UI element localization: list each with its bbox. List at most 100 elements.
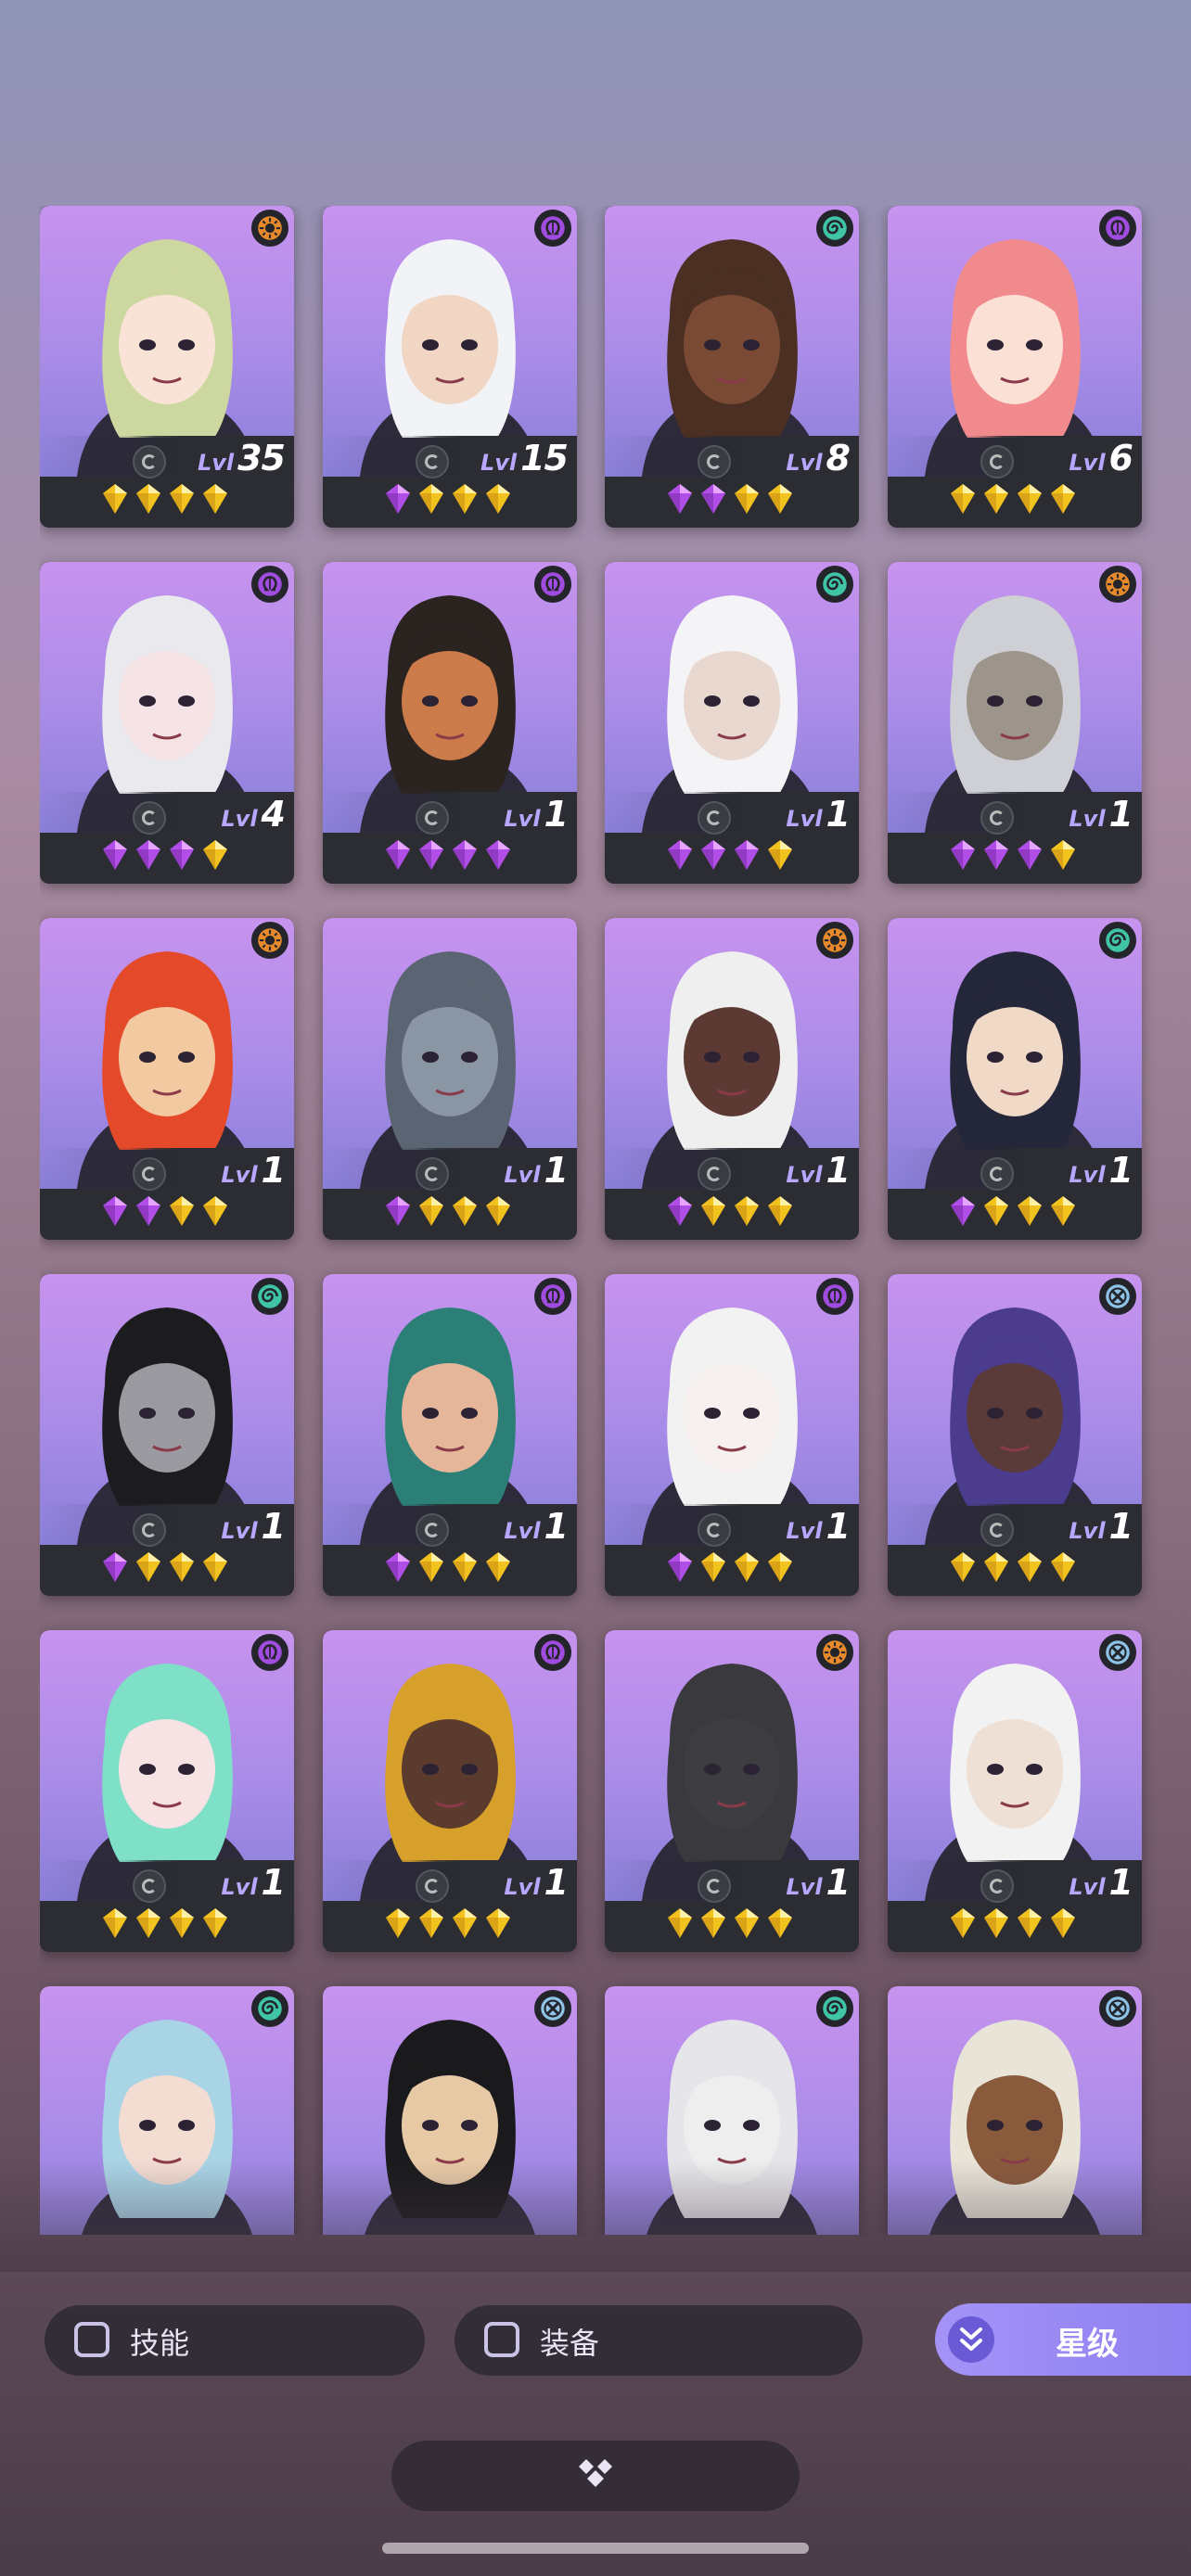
purple-gem-icon <box>666 1194 694 1231</box>
level-bar: Lvl 35 <box>40 436 294 478</box>
hero-card[interactable]: Lvl 1 <box>40 1630 294 1952</box>
aperture-icon <box>698 1157 731 1191</box>
aperture-icon <box>980 445 1014 478</box>
gold-gem-icon <box>699 1906 727 1944</box>
hero-card[interactable]: Lvl 1 <box>323 1274 577 1596</box>
skills-filter-toggle[interactable]: 技能 <box>45 2305 425 2376</box>
hero-card[interactable]: Lvl 1 <box>323 1630 577 1952</box>
star-gems <box>323 1194 577 1231</box>
hero-card[interactable]: Lvl 8 <box>605 206 859 528</box>
level-number: 1 <box>826 1150 851 1191</box>
level-prefix: Lvl <box>786 1162 823 1188</box>
gold-gem-icon <box>417 1194 445 1231</box>
gold-gem-icon <box>699 1194 727 1231</box>
aperture-icon <box>133 1513 166 1547</box>
home-indicator <box>382 2543 809 2554</box>
purple-gem-icon <box>733 838 761 875</box>
hero-card[interactable]: Lvl 4 <box>40 562 294 884</box>
purple-gem-icon <box>666 838 694 875</box>
gold-gem-icon <box>101 482 129 519</box>
purple-gem-icon <box>384 838 412 875</box>
level-label: Lvl 1 <box>504 1150 569 1191</box>
gold-gem-icon <box>982 1906 1010 1944</box>
star-gems <box>40 1194 294 1231</box>
gold-gem-icon <box>1049 1550 1077 1588</box>
hero-card[interactable]: Lvl 1 <box>40 918 294 1240</box>
gold-gem-icon <box>134 1550 162 1588</box>
hero-card[interactable]: Lvl 1 <box>888 562 1142 884</box>
level-number: 1 <box>261 1150 286 1191</box>
gold-gem-icon <box>982 1550 1010 1588</box>
level-prefix: Lvl <box>1069 1162 1106 1188</box>
level-label: Lvl 1 <box>1069 1862 1133 1903</box>
purple-gem-icon <box>699 482 727 519</box>
level-number: 6 <box>1108 438 1133 478</box>
level-bar: Lvl 1 <box>323 1148 577 1191</box>
hero-card[interactable]: Lvl 1 <box>605 1630 859 1952</box>
level-prefix: Lvl <box>786 806 823 832</box>
hero-card[interactable]: Lvl 1 <box>888 918 1142 1240</box>
star-gems <box>888 838 1142 875</box>
level-bar: Lvl 1 <box>323 1504 577 1547</box>
level-prefix: Lvl <box>504 1518 541 1544</box>
hero-card[interactable]: Lvl 1 <box>605 562 859 884</box>
hero-card[interactable]: Lvl 1 <box>888 1630 1142 1952</box>
hero-card[interactable]: Lvl 1 <box>605 1274 859 1596</box>
purple-gem-icon <box>134 1194 162 1231</box>
level-label: Lvl 1 <box>221 1506 286 1547</box>
hero-card[interactable]: Lvl 1 <box>888 1274 1142 1596</box>
level-label: Lvl 1 <box>786 1150 851 1191</box>
star-gems <box>605 1906 859 1944</box>
sort-by-star-button[interactable]: 星级 <box>935 2303 1191 2376</box>
equipment-filter-toggle[interactable]: 装备 <box>455 2305 863 2376</box>
gold-gem-icon <box>949 1906 977 1944</box>
level-bar: Lvl 1 <box>605 792 859 835</box>
gold-gem-icon <box>1016 1906 1044 1944</box>
level-bar: Lvl 1 <box>40 1148 294 1191</box>
level-bar: Lvl 1 <box>323 792 577 835</box>
equipment-filter-label: 装备 <box>540 2326 600 2361</box>
aperture-icon <box>133 1157 166 1191</box>
omega-faction-icon <box>251 566 288 603</box>
omega-faction-icon <box>1099 210 1136 247</box>
aperture-icon <box>980 1157 1014 1191</box>
gold-gem-icon <box>982 1194 1010 1231</box>
gold-gem-icon <box>949 1550 977 1588</box>
level-prefix: Lvl <box>504 1874 541 1900</box>
level-bar: Lvl 1 <box>323 1860 577 1903</box>
gold-gem-icon <box>1049 482 1077 519</box>
hero-card[interactable]: Lvl 1 <box>40 1274 294 1596</box>
aperture-icon <box>416 445 449 478</box>
level-number: 15 <box>520 438 569 478</box>
skills-checkbox[interactable] <box>74 2322 109 2357</box>
expand-panel-button[interactable] <box>391 2441 800 2511</box>
level-bar: Lvl 1 <box>605 1504 859 1547</box>
hero-card[interactable]: Lvl 6 <box>888 206 1142 528</box>
cross-faction-icon <box>1099 1634 1136 1671</box>
hero-card[interactable]: Lvl 1 <box>323 562 577 884</box>
gold-gem-icon <box>766 1550 794 1588</box>
level-number: 35 <box>237 438 286 478</box>
cross-faction-icon <box>1099 1990 1136 2027</box>
equipment-checkbox[interactable] <box>484 2322 519 2357</box>
hero-card[interactable]: Lvl 1 <box>605 918 859 1240</box>
level-label: Lvl 35 <box>198 438 286 478</box>
gold-gem-icon <box>101 1906 129 1944</box>
omega-faction-icon <box>534 210 571 247</box>
star-gems <box>323 1550 577 1588</box>
level-number: 1 <box>1108 1506 1133 1547</box>
gold-gem-icon <box>733 1550 761 1588</box>
purple-gem-icon <box>949 838 977 875</box>
hero-card[interactable]: Lvl 35 <box>40 206 294 528</box>
spiral-faction-icon <box>816 210 853 247</box>
hero-card[interactable]: Lvl 15 <box>323 206 577 528</box>
hero-card[interactable]: Lvl 1 <box>323 918 577 1240</box>
gold-gem-icon <box>1049 1194 1077 1231</box>
purple-gem-icon <box>484 838 512 875</box>
level-bar: Lvl 8 <box>605 436 859 478</box>
level-number: 1 <box>261 1862 286 1903</box>
diamond-cluster-icon <box>579 2459 612 2487</box>
aperture-icon <box>698 801 731 835</box>
omega-faction-icon <box>534 1634 571 1671</box>
level-label: Lvl 1 <box>786 1506 851 1547</box>
